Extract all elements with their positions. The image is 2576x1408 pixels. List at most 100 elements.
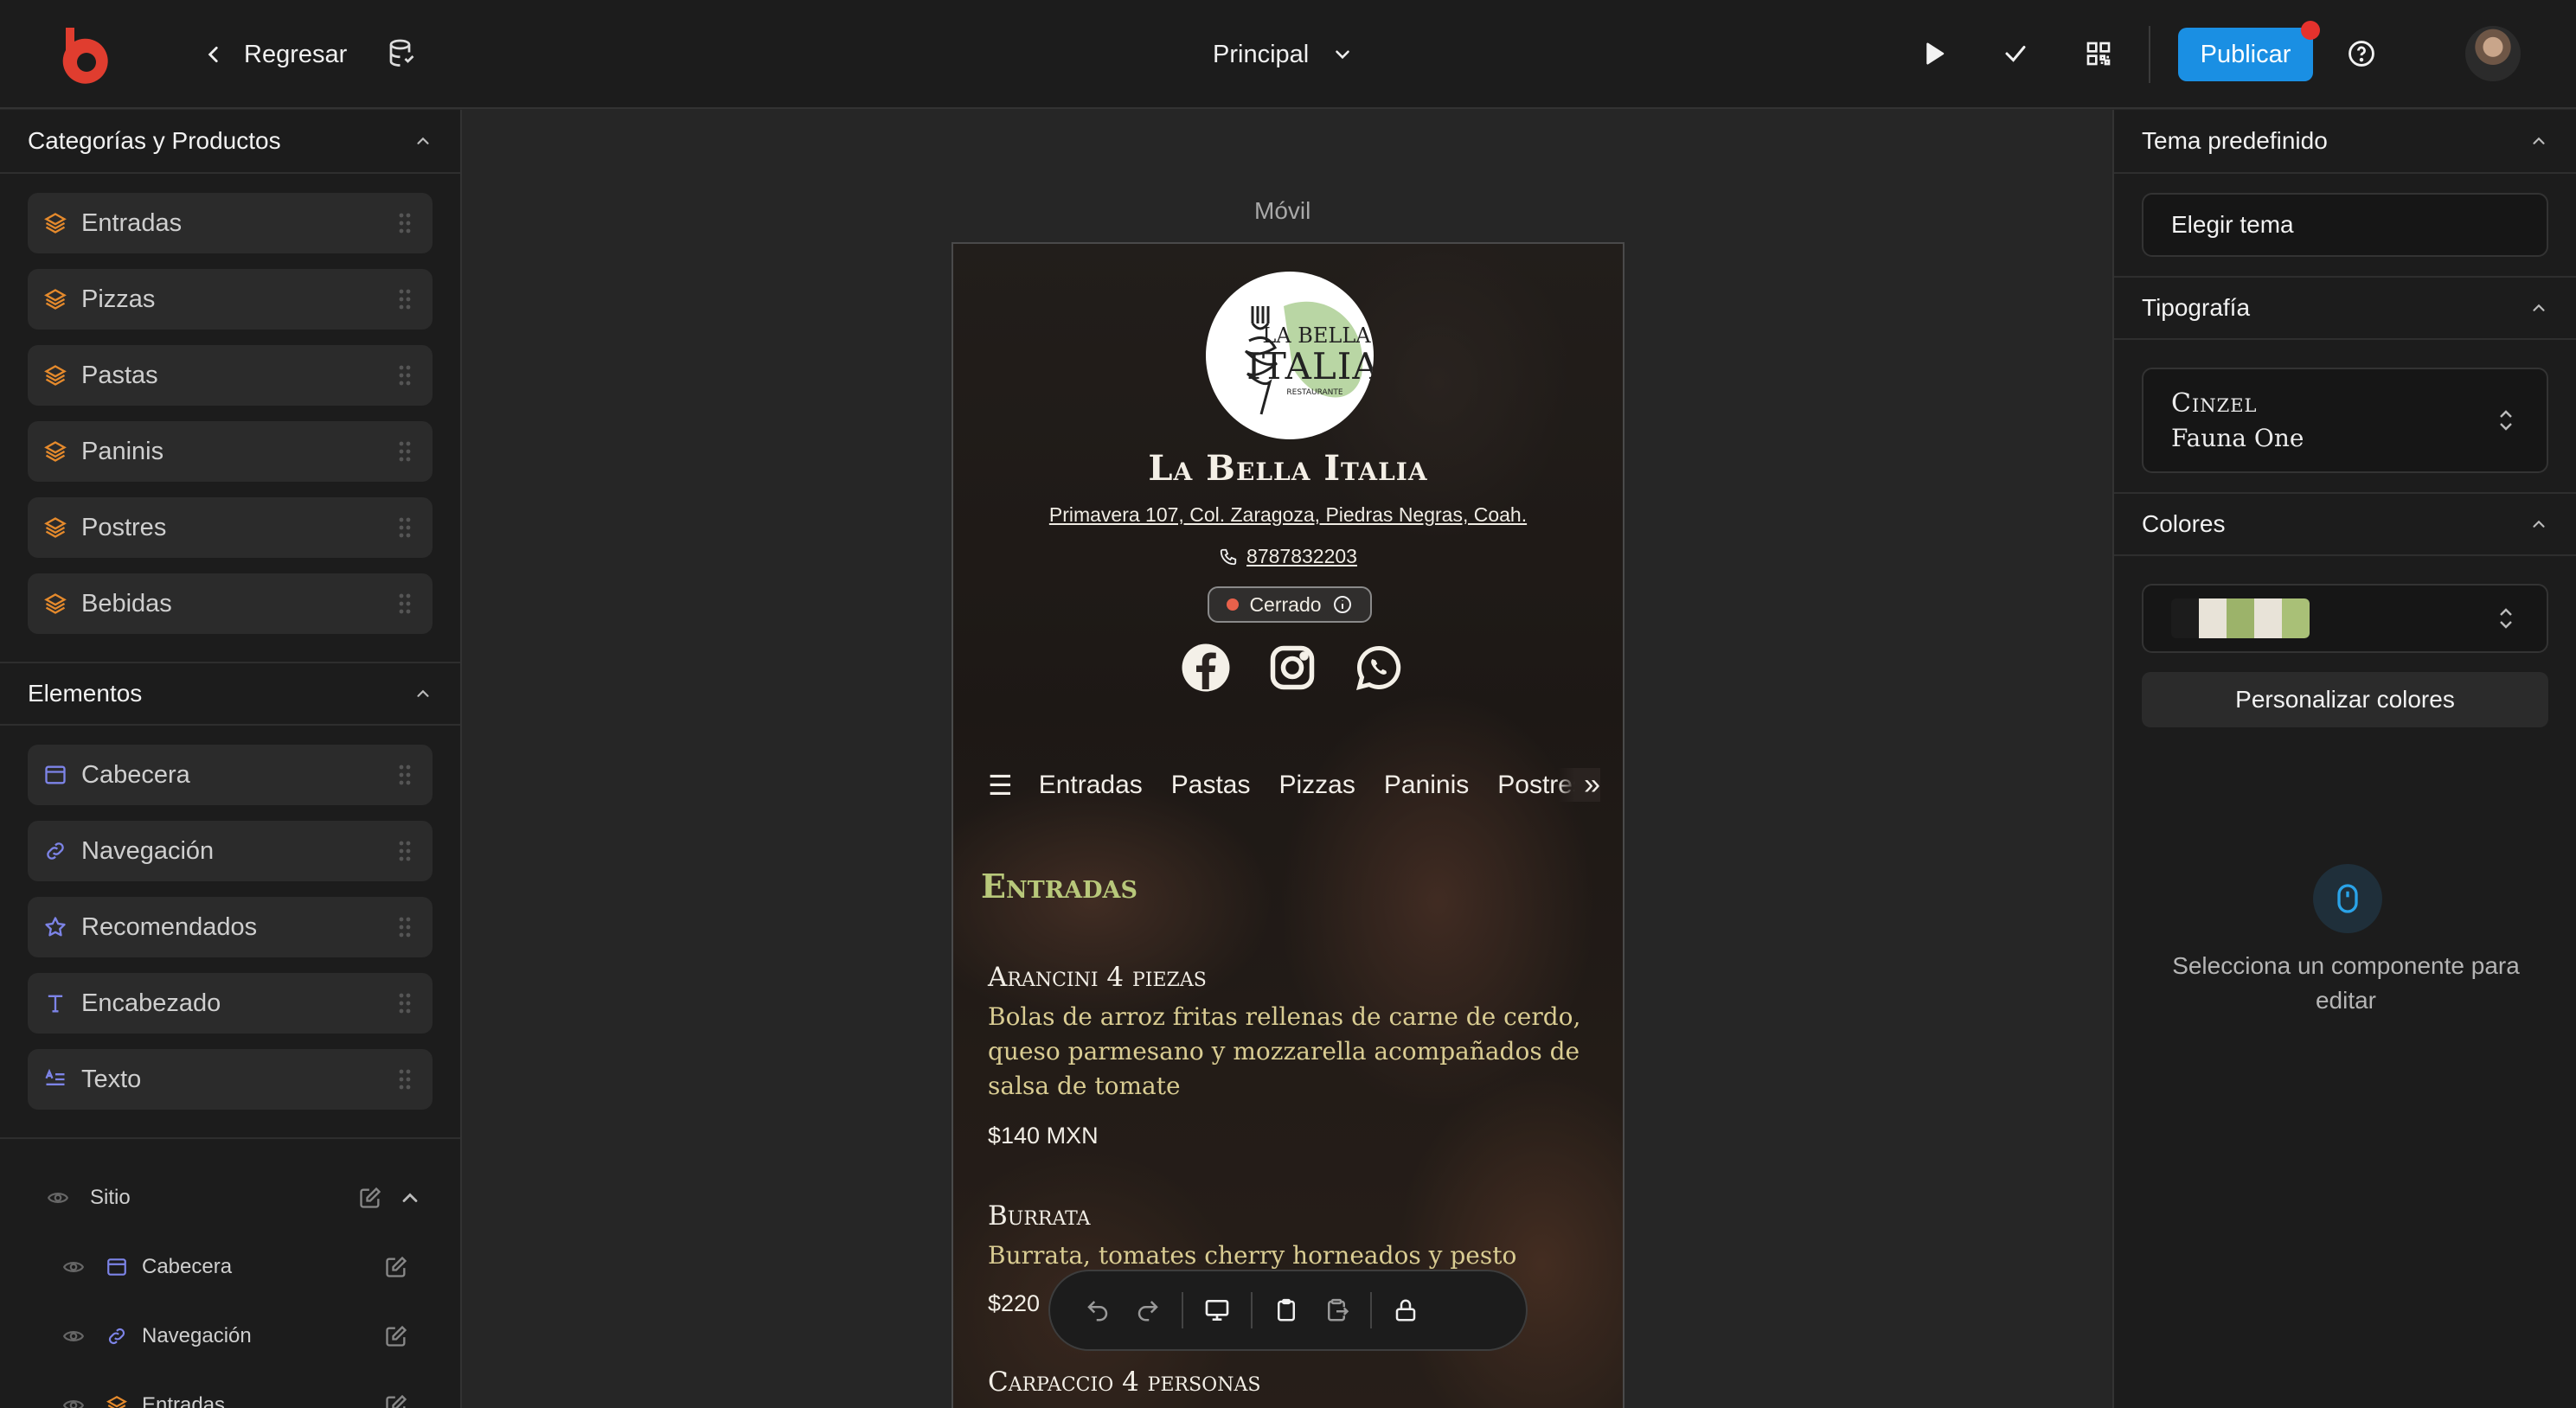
instagram-icon[interactable] bbox=[1266, 642, 1318, 694]
tree-item-site[interactable]: Sitio bbox=[0, 1163, 460, 1232]
logo-text-italia: ITALIA bbox=[1246, 345, 1374, 387]
layers-icon bbox=[43, 287, 67, 311]
drag-handle-icon[interactable] bbox=[398, 1068, 412, 1091]
help-button[interactable] bbox=[2342, 35, 2381, 73]
category-label: Bebidas bbox=[81, 589, 172, 618]
redo-button[interactable] bbox=[1123, 1285, 1173, 1335]
floating-toolbar bbox=[1048, 1270, 1528, 1351]
categories-section-header[interactable]: Categorías y Productos bbox=[0, 110, 460, 174]
typography-section-header[interactable]: Tipografía bbox=[2114, 276, 2576, 340]
eye-icon[interactable] bbox=[47, 1187, 69, 1209]
publish-label: Publicar bbox=[2200, 40, 2291, 68]
app-logo-icon[interactable] bbox=[54, 24, 114, 85]
toolbar-separator bbox=[1370, 1292, 1372, 1328]
facebook-icon[interactable] bbox=[1180, 642, 1232, 694]
clipboard-icon bbox=[1278, 1298, 1295, 1322]
category-item[interactable]: Postres bbox=[28, 497, 433, 558]
restaurant-logo[interactable]: LA BELLA ITALIA RESTAURANTE bbox=[1206, 272, 1374, 439]
chevron-up-icon bbox=[2533, 137, 2545, 144]
choose-theme-button[interactable]: Elegir tema bbox=[2142, 193, 2548, 257]
mobile-preview[interactable]: LA BELLA ITALIA RESTAURANTE La Bella Ita… bbox=[952, 242, 1624, 1408]
clipboard-button[interactable] bbox=[1261, 1285, 1311, 1335]
font-pair-select[interactable]: Cinzel Fauna One bbox=[2142, 368, 2548, 473]
status-label: Cerrado bbox=[1249, 592, 1322, 616]
info-icon bbox=[1333, 596, 1351, 613]
drag-handle-icon[interactable] bbox=[398, 840, 412, 862]
back-button[interactable]: Regresar bbox=[202, 35, 347, 74]
element-item-text[interactable]: Texto bbox=[28, 1049, 433, 1110]
header-icon bbox=[106, 1256, 128, 1278]
publish-button[interactable]: Publicar bbox=[2178, 28, 2313, 81]
desktop-view-button[interactable] bbox=[1192, 1285, 1242, 1335]
user-avatar[interactable] bbox=[2465, 26, 2521, 81]
category-item[interactable]: Entradas bbox=[28, 193, 433, 253]
top-bar: Regresar Principal Publicar bbox=[0, 0, 2576, 109]
element-item-recommended[interactable]: Recomendados bbox=[28, 897, 433, 957]
drag-handle-icon[interactable] bbox=[398, 592, 412, 615]
edit-icon[interactable] bbox=[384, 1255, 408, 1279]
category-label: Postres bbox=[81, 513, 167, 541]
drag-handle-icon[interactable] bbox=[398, 440, 412, 463]
preview-play-button[interactable] bbox=[1915, 35, 1953, 73]
whatsapp-icon[interactable] bbox=[1353, 642, 1405, 694]
element-item-heading[interactable]: Encabezado bbox=[28, 973, 433, 1034]
colors-section-header[interactable]: Colores bbox=[2114, 492, 2576, 556]
save-check-button[interactable] bbox=[1996, 35, 2035, 73]
category-item[interactable]: Bebidas bbox=[28, 573, 433, 634]
lock-icon bbox=[1395, 1299, 1416, 1322]
database-icon[interactable] bbox=[386, 38, 417, 69]
edit-icon[interactable] bbox=[358, 1186, 382, 1210]
chevron-up-icon bbox=[417, 689, 429, 697]
tree-label: Entradas bbox=[142, 1393, 226, 1408]
paste-button[interactable] bbox=[1311, 1285, 1362, 1335]
category-item[interactable]: Pastas bbox=[28, 345, 433, 406]
play-icon bbox=[1926, 42, 1945, 65]
menu-icon[interactable]: ☰ bbox=[988, 769, 1013, 802]
open-status-badge[interactable]: Cerrado bbox=[1208, 586, 1372, 623]
qr-code-button[interactable] bbox=[2079, 35, 2118, 73]
undo-button[interactable] bbox=[1073, 1285, 1123, 1335]
element-item-navigation[interactable]: Navegación bbox=[28, 821, 433, 881]
drag-handle-icon[interactable] bbox=[398, 916, 412, 938]
page-selector[interactable]: Principal bbox=[1213, 35, 1354, 74]
lock-button[interactable] bbox=[1381, 1285, 1431, 1335]
drag-handle-icon[interactable] bbox=[398, 364, 412, 387]
drag-handle-icon[interactable] bbox=[398, 212, 412, 234]
swatch bbox=[2282, 598, 2310, 638]
nav-item[interactable]: Pizzas bbox=[1278, 771, 1355, 800]
drag-handle-icon[interactable] bbox=[398, 764, 412, 786]
layers-icon bbox=[43, 363, 67, 387]
restaurant-phone-link[interactable]: 8787832203 bbox=[953, 545, 1623, 568]
chevron-up-icon[interactable] bbox=[398, 1186, 422, 1210]
restaurant-address-link[interactable]: Primavera 107, Col. Zaragoza, Piedras Ne… bbox=[953, 503, 1623, 527]
eye-icon[interactable] bbox=[62, 1394, 85, 1408]
nav-item[interactable]: Pastas bbox=[1171, 771, 1251, 800]
category-item[interactable]: Paninis bbox=[28, 421, 433, 482]
element-item-header[interactable]: Cabecera bbox=[28, 745, 433, 805]
nav-item[interactable]: Entradas bbox=[1039, 771, 1143, 800]
tree-label: Navegación bbox=[142, 1324, 252, 1347]
edit-icon[interactable] bbox=[384, 1324, 408, 1348]
color-palette-select[interactable] bbox=[2142, 584, 2548, 653]
tree-item-entradas[interactable]: Entradas bbox=[0, 1371, 460, 1408]
nav-item[interactable]: Paninis bbox=[1384, 771, 1469, 800]
tree-item-navigation[interactable]: Navegación bbox=[0, 1302, 460, 1371]
tree-item-header[interactable]: Cabecera bbox=[0, 1232, 460, 1302]
eye-icon[interactable] bbox=[62, 1256, 85, 1278]
drag-handle-icon[interactable] bbox=[398, 992, 412, 1014]
theme-section-header[interactable]: Tema predefinido bbox=[2114, 110, 2576, 174]
eye-icon[interactable] bbox=[62, 1325, 85, 1347]
drag-handle-icon[interactable] bbox=[398, 288, 412, 310]
category-item[interactable]: Pizzas bbox=[28, 269, 433, 330]
clipboard-export-icon bbox=[1328, 1298, 1349, 1322]
customize-colors-button[interactable]: Personalizar colores bbox=[2142, 672, 2548, 727]
edit-icon[interactable] bbox=[384, 1393, 408, 1408]
elements-section-header[interactable]: Elementos bbox=[0, 662, 460, 726]
drag-handle-icon[interactable] bbox=[398, 516, 412, 539]
toolbar-divider bbox=[2149, 26, 2150, 83]
menu-item-description: Bolas de arroz fritas rellenas de carne … bbox=[988, 1002, 1581, 1100]
layers-icon bbox=[106, 1394, 128, 1408]
chevrons-right-icon[interactable]: » bbox=[1558, 768, 1600, 802]
star-icon bbox=[43, 915, 67, 939]
swatch bbox=[2227, 598, 2254, 638]
